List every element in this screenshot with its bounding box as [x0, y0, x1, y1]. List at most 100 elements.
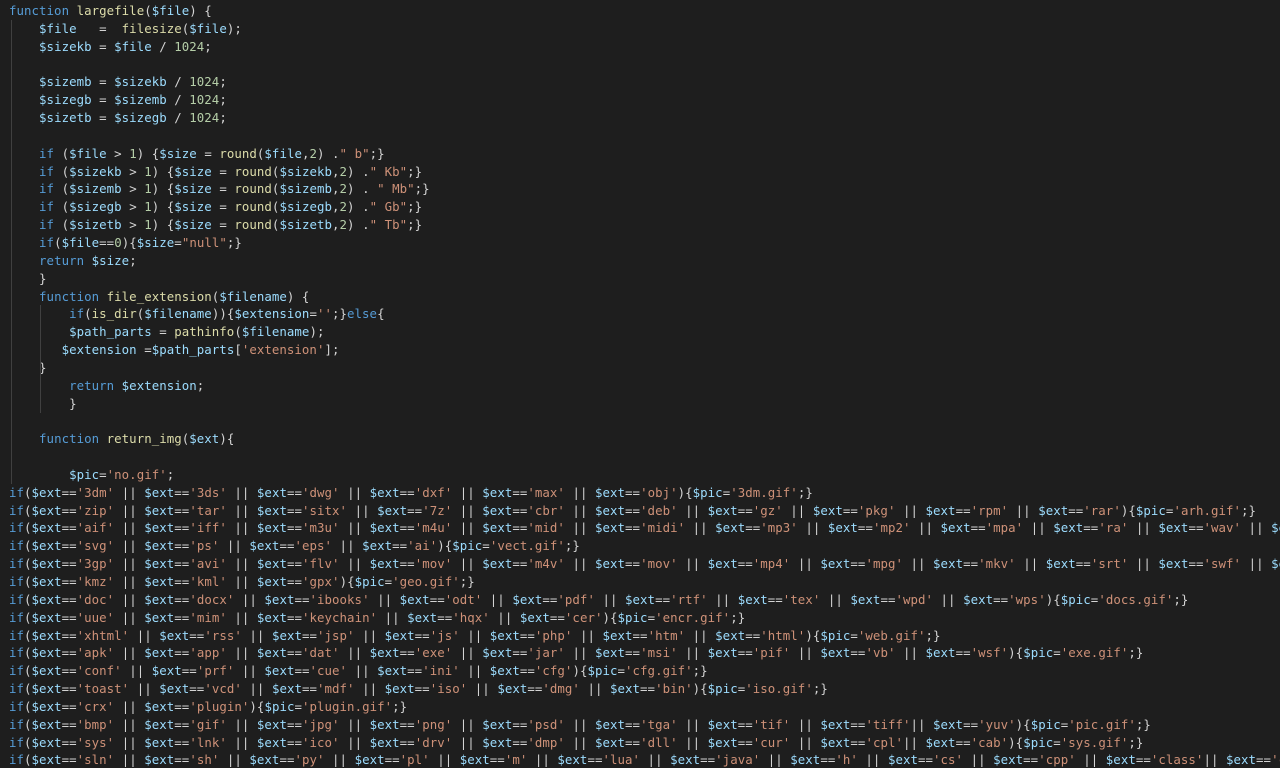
- code-line[interactable]: if ($sizemb > 1) {$size = round($sizemb,…: [0, 180, 1280, 198]
- code-token: $pic: [1060, 591, 1091, 607]
- code-line[interactable]: }: [0, 359, 1280, 377]
- code-token: ==: [174, 538, 190, 554]
- code-token: ==: [512, 556, 528, 572]
- code-line[interactable]: if($ext=='svg' || $ext=='ps' || $ext=='e…: [0, 537, 1280, 555]
- code-token: 'uue': [76, 609, 115, 625]
- code-token: $ext: [144, 734, 175, 750]
- code-line[interactable]: return $extension;: [0, 377, 1280, 395]
- code-token: ||: [467, 681, 498, 697]
- code-line[interactable]: if($ext=='conf' || $ext=='prf' || $ext==…: [0, 662, 1280, 680]
- code-token: ==: [527, 681, 543, 697]
- code-line[interactable]: $extension =$path_parts['extension'];: [0, 341, 1280, 359]
- code-token: ||: [677, 716, 708, 732]
- code-token: ==: [625, 484, 641, 500]
- code-token: function: [9, 3, 70, 18]
- code-line[interactable]: }: [0, 395, 1280, 413]
- code-token: if: [9, 752, 25, 768]
- code-token: 'iff': [189, 520, 227, 536]
- code-token: 'wpd': [895, 591, 934, 607]
- code-token: 'mov': [414, 556, 453, 572]
- code-token: 'docs.gif': [1098, 591, 1174, 607]
- code-token: ||: [354, 681, 385, 697]
- code-token: if: [39, 217, 55, 233]
- code-line[interactable]: }: [0, 270, 1280, 288]
- code-line[interactable]: [0, 127, 1280, 145]
- code-token: (: [54, 199, 70, 215]
- code-area[interactable]: function largefile($file) { $file = file…: [0, 2, 1280, 768]
- code-line[interactable]: $sizekb = $file / 1024;: [0, 38, 1280, 56]
- code-line[interactable]: if($ext=='sys' || $ext=='lnk' || $ext=='…: [0, 734, 1280, 752]
- code-line[interactable]: if($ext=='kmz' || $ext=='kml' || $ext=='…: [0, 573, 1280, 591]
- code-token: $extension: [234, 306, 310, 322]
- code-line[interactable]: if($ext=='crx' || $ext=='plugin'){$pic='…: [0, 698, 1280, 716]
- code-line[interactable]: if ($file > 1) {$size = round($file,2) .…: [0, 145, 1280, 163]
- code-token: ==: [512, 734, 528, 750]
- code-line[interactable]: if($ext=='zip' || $ext=='tar' || $ext=='…: [0, 502, 1280, 520]
- code-token: ==: [1135, 752, 1151, 768]
- code-line[interactable]: if ($sizetb > 1) {$size = round($sizetb,…: [0, 216, 1280, 234]
- code-line[interactable]: $sizetb = $sizegb / 1024;: [0, 109, 1280, 127]
- code-token: if: [39, 163, 55, 179]
- code-token: 'm4u': [414, 520, 453, 536]
- code-token: 'dat': [302, 645, 340, 661]
- code-line[interactable]: return $size;: [0, 252, 1280, 270]
- code-token: $ext: [489, 627, 520, 643]
- code-token: ||: [857, 752, 888, 768]
- code-line[interactable]: [0, 56, 1280, 74]
- code-token: (: [234, 324, 242, 340]
- code-token: $ext: [144, 591, 175, 607]
- code-token: (: [24, 502, 32, 518]
- code-line[interactable]: $pic='no.gif';: [0, 466, 1280, 484]
- code-line[interactable]: $path_parts = pathinfo($filename);: [0, 323, 1280, 341]
- code-line[interactable]: if(is_dir($filename)){$extension='';}els…: [0, 305, 1280, 323]
- code-line[interactable]: function largefile($file) {: [0, 2, 1280, 20]
- code-token: $ext: [189, 431, 220, 447]
- code-line[interactable]: if($ext=='uue' || $ext=='mim' || $ext=='…: [0, 609, 1280, 627]
- code-token: ) {: [151, 163, 175, 179]
- code-token: ||: [241, 627, 272, 643]
- code-token: 'drv': [414, 734, 453, 750]
- code-token: ||: [895, 502, 926, 518]
- code-token: $size: [174, 199, 212, 215]
- code-line[interactable]: if($file==0){$size="null";}: [0, 234, 1280, 252]
- code-line[interactable]: function file_extension($filename) {: [0, 288, 1280, 306]
- code-line[interactable]: $sizegb = $sizemb / 1024;: [0, 91, 1280, 109]
- code-token: ){: [1120, 502, 1136, 518]
- code-token: ||: [226, 556, 257, 572]
- code-line[interactable]: [0, 412, 1280, 430]
- code-line[interactable]: $sizemb = $sizekb / 1024;: [0, 73, 1280, 91]
- code-line[interactable]: if($ext=='xhtml' || $ext=='rss' || $ext=…: [0, 627, 1280, 645]
- code-line[interactable]: if($ext=='sln' || $ext=='sh' || $ext=='p…: [0, 751, 1280, 768]
- code-token: 'psd': [527, 716, 565, 732]
- code-token: 2: [339, 181, 348, 197]
- code-line[interactable]: if($ext=='bmp' || $ext=='gif' || $ext=='…: [0, 716, 1280, 734]
- code-token: $ext: [144, 645, 175, 661]
- code-editor[interactable]: function largefile($file) { $file = file…: [0, 0, 1280, 768]
- code-token: $pic: [264, 698, 295, 714]
- code-token: ==: [61, 681, 77, 697]
- code-line[interactable]: if($ext=='3gp' || $ext=='avi' || $ext=='…: [0, 555, 1280, 573]
- code-token: ||: [572, 627, 603, 643]
- code-token: " b": [339, 145, 370, 161]
- code-token: round: [219, 145, 257, 161]
- code-line[interactable]: [0, 448, 1280, 466]
- code-token: 'tar': [189, 502, 227, 518]
- code-line[interactable]: if($ext=='aif' || $ext=='iff' || $ext=='…: [0, 519, 1280, 537]
- code-line[interactable]: $file = filesize($file);: [0, 20, 1280, 38]
- code-token: ||: [963, 752, 994, 768]
- code-line[interactable]: if($ext=='3dm' || $ext=='3ds' || $ext=='…: [0, 484, 1280, 502]
- code-line[interactable]: if ($sizekb > 1) {$size = round($sizekb,…: [0, 163, 1280, 181]
- code-line[interactable]: if($ext=='doc' || $ext=='docx' || $ext==…: [0, 591, 1280, 609]
- code-token: if: [9, 538, 25, 554]
- code-token: $ext: [1271, 520, 1280, 536]
- code-line[interactable]: if($ext=='apk' || $ext=='app' || $ext=='…: [0, 644, 1280, 662]
- code-token: ,: [301, 145, 310, 161]
- code-line[interactable]: if ($sizegb > 1) {$size = round($sizegb,…: [0, 198, 1280, 216]
- code-line[interactable]: if($ext=='toast' || $ext=='vcd' || $ext=…: [0, 680, 1280, 698]
- code-token: ==: [745, 627, 761, 643]
- code-token: $path_parts: [69, 324, 152, 340]
- code-token: $sizegb: [114, 110, 167, 126]
- code-token: if: [9, 645, 25, 661]
- code-token: ==: [294, 663, 310, 679]
- code-line[interactable]: function return_img($ext){: [0, 430, 1280, 448]
